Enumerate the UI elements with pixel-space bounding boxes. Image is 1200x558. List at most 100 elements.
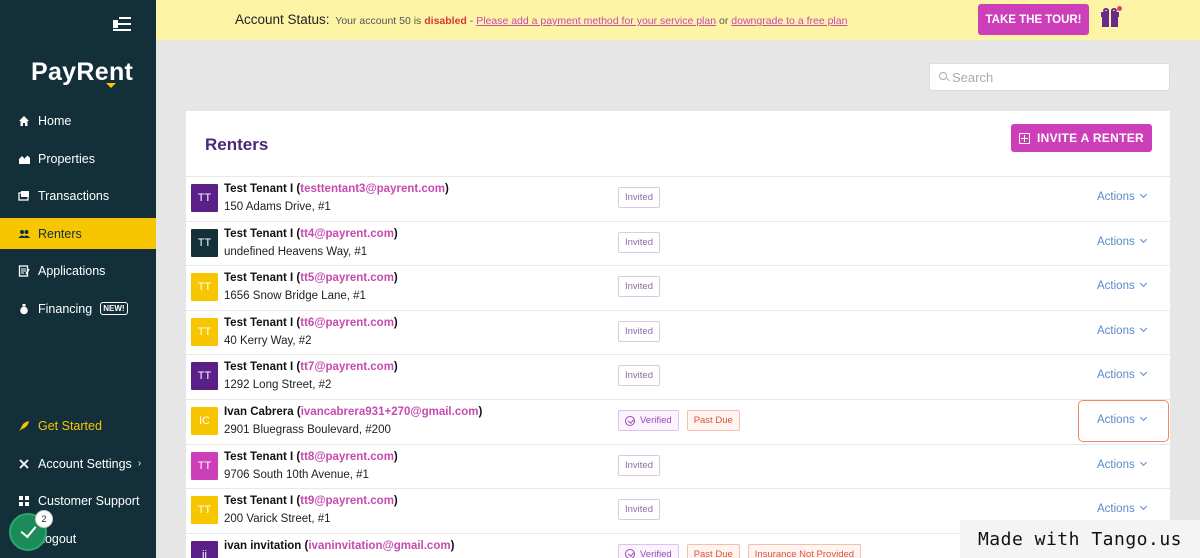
actions-label: Actions [1097,503,1135,516]
actions-dropdown[interactable]: Actions [1097,458,1147,471]
invite-renter-button[interactable]: INVITE A RENTER [1011,124,1152,152]
actions-dropdown[interactable]: Actions [1097,324,1147,337]
downgrade-plan-link[interactable]: downgrade to a free plan [731,15,847,27]
renter-email[interactable]: ivaninvitation@gmail.com [308,540,450,552]
status-dash: - [469,15,474,27]
status-badges: Invited [618,454,660,476]
renter-email[interactable]: ivancabrera931+270@gmail.com [301,406,479,418]
logo[interactable]: PayRent [31,58,133,88]
actions-dropdown[interactable]: Actions [1097,235,1147,248]
actions-dropdown[interactable]: Actions [1097,369,1147,381]
renter-name: Test Tenant I [224,450,294,463]
paren-open: ( [293,406,301,418]
sidebar-item-financing[interactable]: Financing NEW! [0,293,156,324]
renter-email[interactable]: tt9@payrent.com [300,495,394,507]
search-icon [939,72,947,80]
actions-label: Actions [1097,324,1135,337]
actions-label: Actions [1097,458,1135,471]
renter-name: Ivan Cabrera [224,406,294,418]
actions-dropdown[interactable]: Actions [1097,190,1147,203]
search-input[interactable] [952,68,1162,87]
invited-badge: Invited [618,320,660,342]
status-badges: Verified Past Due Insurance Not Provided [618,543,862,558]
renter-address: 200 Varick Street, #1 [224,513,331,526]
table-row: TT Test Tenant I (tt5@payrent.com) 1656 Sn… [186,265,1170,310]
renter-name-line: Test Tenant I (tt6@payrent.com) [224,317,398,329]
page-title: Renters [205,135,269,154]
chevron-down-icon [1139,190,1147,199]
renter-name: Test Tenant I [224,227,294,240]
sidebar-item-customer-support[interactable]: Customer Support [0,485,156,516]
sidebar-item-label: Get Started [38,418,102,433]
table-row: TT Test Tenant I (tt7@payrent.com) 1292 Lo… [186,354,1170,399]
rocket-icon [18,420,30,432]
plus-box-icon [1019,132,1031,144]
sidebar-item-account-settings[interactable]: Account Settings › [0,448,156,479]
paren-close: ) [393,272,398,285]
renter-name: Test Tenant I [224,316,294,329]
renter-email[interactable]: testtentant3@payrent.com [300,183,445,195]
sidebar-item-label: Transactions [38,188,110,203]
check-circle-icon [625,549,635,558]
add-payment-method-link[interactable]: Please add a payment method for your ser… [476,15,716,27]
renter-email[interactable]: tt4@payrent.com [300,228,394,240]
past-due-badge: Past Due [686,543,740,558]
badge-label: Invited [625,192,653,203]
sidebar-item-label: Properties [38,151,95,166]
take-the-tour-button[interactable]: TAKE THE TOUR! [978,4,1089,35]
status-badges: Invited [618,320,660,342]
paren-close: ) [393,495,398,508]
new-badge: NEW! [100,302,128,315]
renter-address: 9706 South 10th Avenue, #1 [224,468,369,481]
actions-dropdown[interactable]: Actions [1097,503,1147,516]
collapse-menu-icon[interactable] [113,16,131,32]
actions-dropdown[interactable]: Actions [1097,280,1147,293]
avatar: TT [191,273,218,302]
renter-address: 40 Kerry Way, #2 [224,334,312,347]
renter-name-line: Test Tenant I (tt8@payrent.com) [224,451,398,463]
badge-label: Invited [625,370,653,382]
renter-email[interactable]: tt5@payrent.com [300,272,394,284]
paren-close: ) [450,539,455,552]
renter-name-line: Test Tenant I (tt4@payrent.com) [224,228,398,240]
status-badges: Verified Past Due [618,410,740,431]
renter-email[interactable]: tt7@payrent.com [300,361,394,373]
search-box[interactable] [929,63,1170,91]
tango-count-badge: 2 [35,510,53,528]
sidebar-item-transactions[interactable]: Transactions [0,180,156,211]
sidebar-item-label: Customer Support [38,493,140,508]
renter-email[interactable]: tt6@payrent.com [300,317,394,329]
check-icon [20,521,36,539]
account-status-text: Account Status: Your account 50 is disab… [235,12,847,27]
home-icon [18,115,30,127]
sidebar-item-properties[interactable]: Properties [0,143,156,174]
renter-address: 2901 Bluegrass Boulevard, #200 [224,424,391,436]
properties-icon [18,153,30,165]
renter-address: 1292 Long Street, #2 [224,379,332,392]
sidebar-item-get-started[interactable]: Get Started [0,410,156,441]
sidebar: PayRent Home Properties Transactions Ren… [0,0,156,558]
sidebar-item-label: Renters [38,226,82,241]
sidebar-item-applications[interactable]: Applications [0,255,156,286]
renter-name-line: Ivan Cabrera (ivancabrera931+270@gmail.c… [224,406,482,418]
actions-label: Actions [1097,280,1135,293]
renter-email[interactable]: tt8@payrent.com [300,451,394,463]
paren-close: ) [393,316,398,329]
badge-label: Verified [640,548,672,558]
sidebar-item-home[interactable]: Home [0,105,156,136]
renter-address: undefined Heavens Way, #1 [224,245,368,258]
table-row: IC Ivan Cabrera (ivancabrera931+270@gmail… [186,399,1170,444]
avatar: TT [191,228,218,257]
avatar: TT [191,451,218,480]
sidebar-item-renters[interactable]: Renters [0,218,156,249]
renters-panel: Renters INVITE A RENTER TT Test Tenant I … [186,111,1170,558]
renter-name: Test Tenant I [224,183,294,195]
support-icon [18,495,30,507]
gift-icon[interactable] [1101,6,1122,28]
badge-label: Invited [625,504,653,516]
renter-name-line: Test Tenant I (testtentant3@payrent.com) [224,183,449,195]
status-disabled: disabled [424,15,467,27]
avatar: ii [191,540,218,558]
renter-name: Test Tenant I [224,495,294,508]
chevron-down-icon [1139,369,1147,377]
